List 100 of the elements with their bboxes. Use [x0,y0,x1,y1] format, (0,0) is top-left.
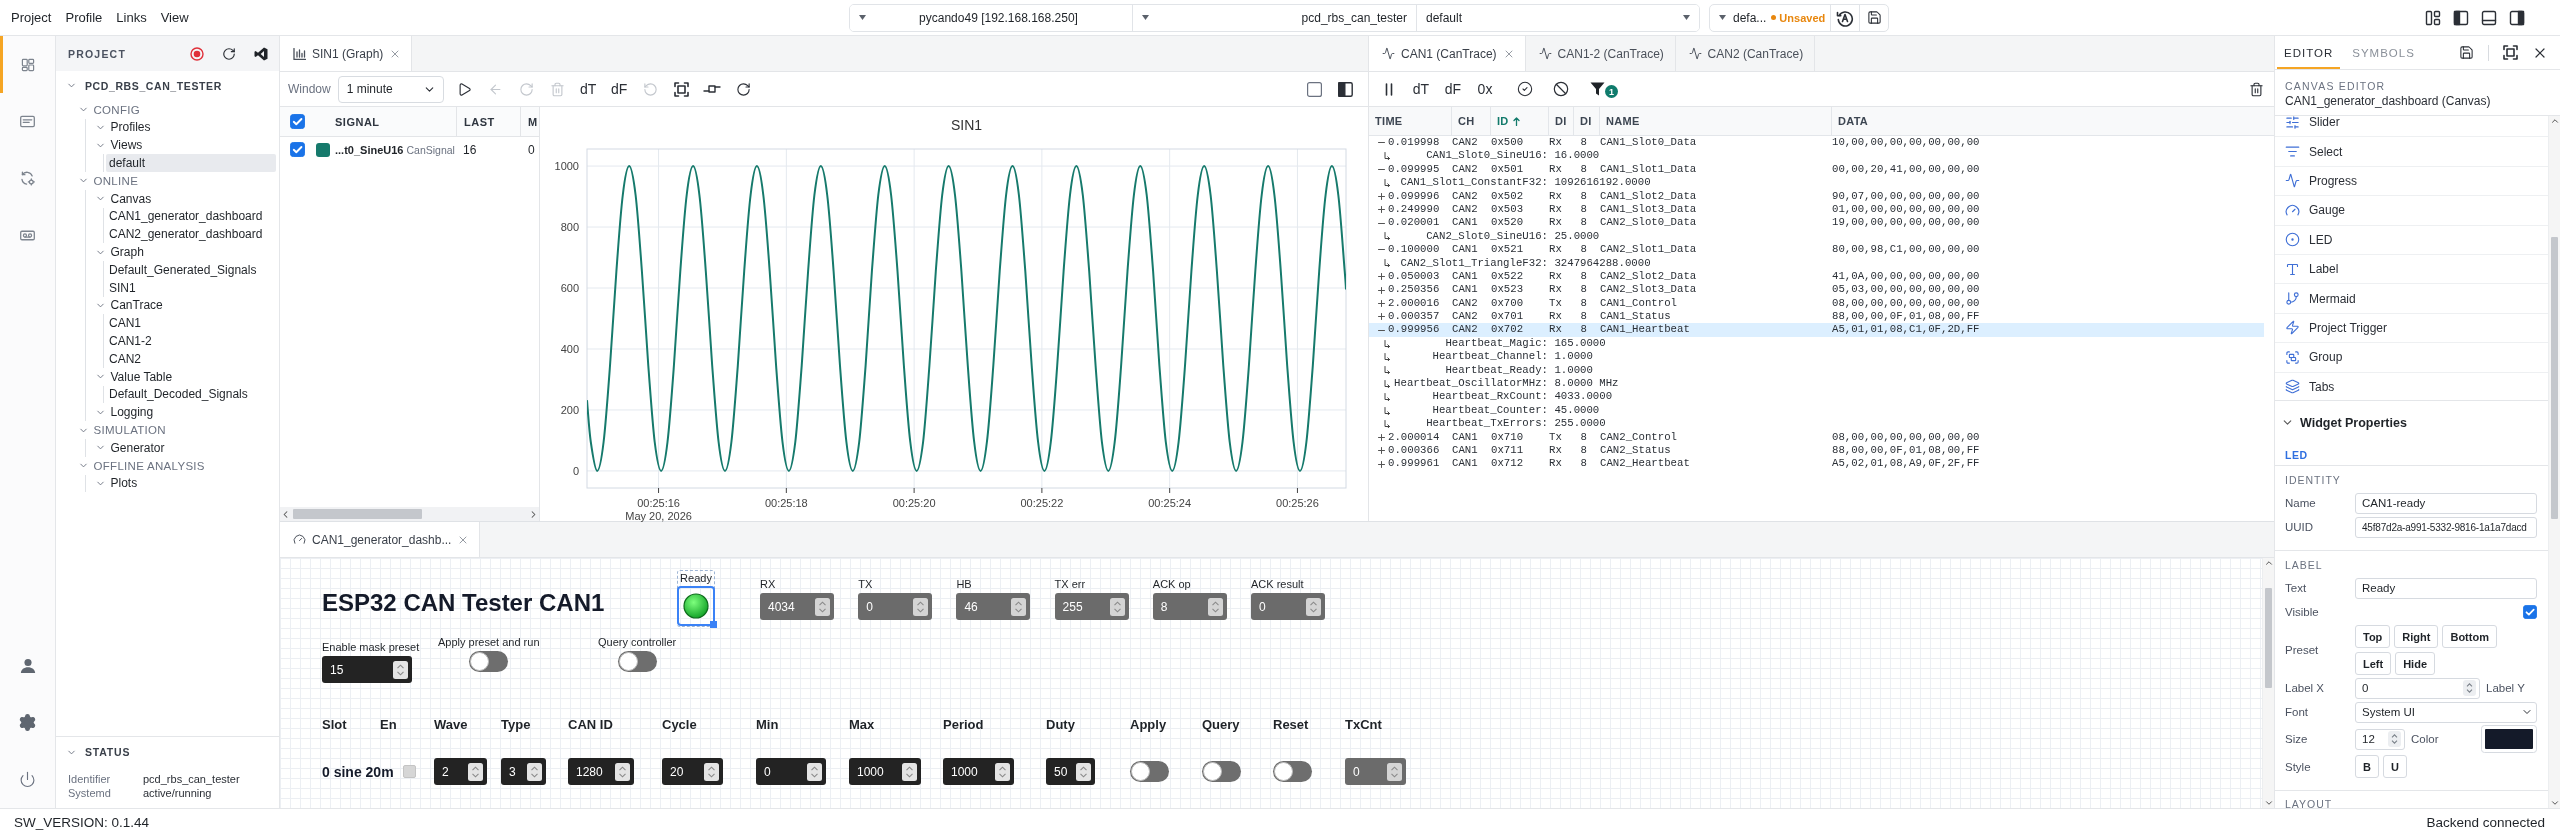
play-icon[interactable] [456,81,472,97]
checkbox[interactable] [290,142,305,157]
plus-icon[interactable] [1378,460,1385,468]
fit-frame-icon[interactable] [673,81,689,97]
number-field[interactable]: 1000 [943,758,1014,785]
minus-icon[interactable] [1378,166,1385,173]
style-button[interactable]: B [2355,755,2379,778]
toggle-switch[interactable] [617,651,657,672]
widget-palette-item[interactable]: Mermaid [2275,284,2548,314]
trace-row[interactable]: 0.999956 CAN2 0x702 Rx 8 CAN1_Heartbeat A5,01,01,08,C1,0F,2D,FF [1369,323,2264,337]
tree-item[interactable]: ONLINE [77,172,276,190]
spinner-icon[interactable] [615,762,630,781]
plus-icon[interactable] [1378,313,1385,321]
tree-item[interactable]: CanTrace [94,296,276,315]
scroll-down-icon[interactable] [2263,798,2274,808]
tab[interactable]: EDITOR [2277,36,2341,69]
save-icon[interactable] [2459,45,2474,60]
text-input[interactable]: Ready [2355,577,2537,599]
tree-item[interactable]: CAN1_generator_dashboard [106,207,276,226]
number-field[interactable]: 2 [434,758,487,785]
led-widget[interactable] [677,586,715,626]
tree-item[interactable]: Graph [94,243,276,261]
toggle-switch[interactable] [1130,761,1169,782]
square-icon[interactable] [1307,81,1322,97]
style-button[interactable]: U [2382,755,2407,778]
bottom-panel-icon[interactable] [2481,9,2497,26]
spinner-icon[interactable] [527,762,542,781]
scroll-thumb[interactable] [2265,588,2272,688]
tree-item[interactable]: CAN1-2 [106,332,276,350]
checkbox[interactable] [2523,605,2537,619]
pause-icon[interactable] [1384,82,1394,96]
scroll-thumb[interactable] [2551,237,2558,519]
widget-palette-item[interactable]: LED [2275,225,2548,255]
menu-item[interactable]: Project [11,10,52,25]
tree-item[interactable]: Plots [94,474,276,493]
filter-icon[interactable] [1589,82,1605,96]
tree-item[interactable]: Logging [94,403,276,422]
text-input[interactable]: 45f87d2a-a991-5332-9816-1a1a7dacd [2355,516,2537,538]
spinner-icon[interactable] [902,762,917,781]
tree-item[interactable]: SIMULATION [77,421,276,439]
trace-row[interactable]: 0.099995 CAN2 0x501 Rx 8 CAN1_Slot1_Data 00,00,20,41,00,00,00,00 [1369,162,2264,177]
trace-row[interactable]: 0.099996 CAN2 0x502 Rx 8 CAN1_Slot2_Data 90,07,00,00,00,00,00,00 [1369,189,2264,203]
fit-frame-icon[interactable] [2503,45,2518,60]
tree-item[interactable]: Value Table [94,367,276,386]
tree-item[interactable]: PCD_RBS_CAN_TESTER [66,77,276,95]
block-icon[interactable] [1553,81,1569,97]
trace-row[interactable]: 0.100000 CAN1 0x521 Rx 8 CAN2_Slot1_Data 80,00,98,C1,00,00,00,00 [1369,243,2264,257]
plus-icon[interactable] [1378,433,1385,441]
widget-palette-item[interactable]: Progress [2275,166,2548,197]
preset-button[interactable]: Bottom [2442,625,2497,648]
right-panel-icon[interactable] [2509,9,2525,26]
number-field[interactable]: 1000 [849,758,921,785]
save-icon[interactable] [1866,10,1882,25]
column-header[interactable]: DI [1549,107,1574,135]
menu-item[interactable]: Profile [65,10,103,25]
text-input[interactable]: CAN1-ready [2355,492,2537,514]
check-circle-icon[interactable] [1517,81,1533,97]
preset-button[interactable]: Right [2394,625,2439,648]
scroll-down-icon[interactable] [2549,798,2560,808]
layout-icon[interactable] [2425,9,2441,26]
tab[interactable]: SIN1 (Graph) [280,36,413,71]
number-field[interactable]: 1280 [568,758,634,785]
tree-item[interactable]: Views [94,136,276,155]
resize-handle[interactable] [710,621,717,628]
spinner-icon[interactable] [393,660,408,679]
column-header[interactable]: NAME [1600,107,1832,135]
toolbar-button[interactable]: dF [611,81,628,97]
widget-palette-item[interactable]: Gauge [2275,196,2548,226]
number-field[interactable]: 50 [1046,758,1095,785]
toggle-switch[interactable] [1273,761,1312,782]
trace-row[interactable]: 0.000366 CAN1 0x711 Rx 8 CAN2_Status 88,00,00,0F,01,08,00,FF [1369,444,2264,458]
trace-row[interactable]: 0.019998 CAN2 0x500 Rx 8 CAN1_Slot0_Data 10,00,00,00,00,00,00,00 [1369,136,2264,150]
number-input[interactable]: 12 [2355,728,2405,750]
spinner-icon[interactable] [807,762,822,781]
tab[interactable]: CAN1 (CanTrace) [1369,36,1526,71]
tab[interactable]: CAN1_generator_dashb... [280,522,481,557]
toolbar-button[interactable]: dF [1444,81,1462,97]
number-field[interactable]: 20 [662,758,723,785]
checkbox[interactable] [403,765,416,778]
toggle-switch[interactable] [1202,761,1241,782]
tree-item[interactable]: CAN1 [106,314,276,333]
tab[interactable]: CAN2 (CanTrace) [1675,36,1815,71]
trace-row[interactable]: 0.020001 CAN1 0x520 Rx 8 CAN2_Slot0_Data 19,00,00,00,00,00,00,00 [1369,216,2264,230]
column-header[interactable]: DATA [1832,107,2274,135]
tree-item[interactable]: Profiles [94,118,276,137]
tree-item[interactable]: Canvas [94,189,276,208]
column-header[interactable]: TIME [1369,107,1452,135]
plus-icon[interactable] [1378,273,1385,281]
scroll-thumb[interactable] [293,509,422,519]
trash-icon[interactable] [2249,81,2264,97]
preset-button[interactable]: Top [2355,625,2391,648]
trace-row[interactable]: 0.050003 CAN1 0x522 Rx 8 CAN2_Slot2_Data 41,0A,00,00,00,00,00,00 [1369,269,2264,284]
spinner-icon[interactable] [995,762,1010,781]
menu-item[interactable]: View [160,10,189,25]
tab[interactable]: CAN1-2 (CanTrace) [1525,36,1676,71]
refresh-gear-icon[interactable] [19,170,36,187]
font-select[interactable]: System UI [2355,701,2537,723]
user-icon[interactable] [19,657,36,674]
trace-row[interactable]: 0.000357 CAN2 0x701 Rx 8 CAN1_Status 88,00,00,0F,01,08,00,FF [1369,310,2264,324]
power-icon[interactable] [19,771,36,788]
